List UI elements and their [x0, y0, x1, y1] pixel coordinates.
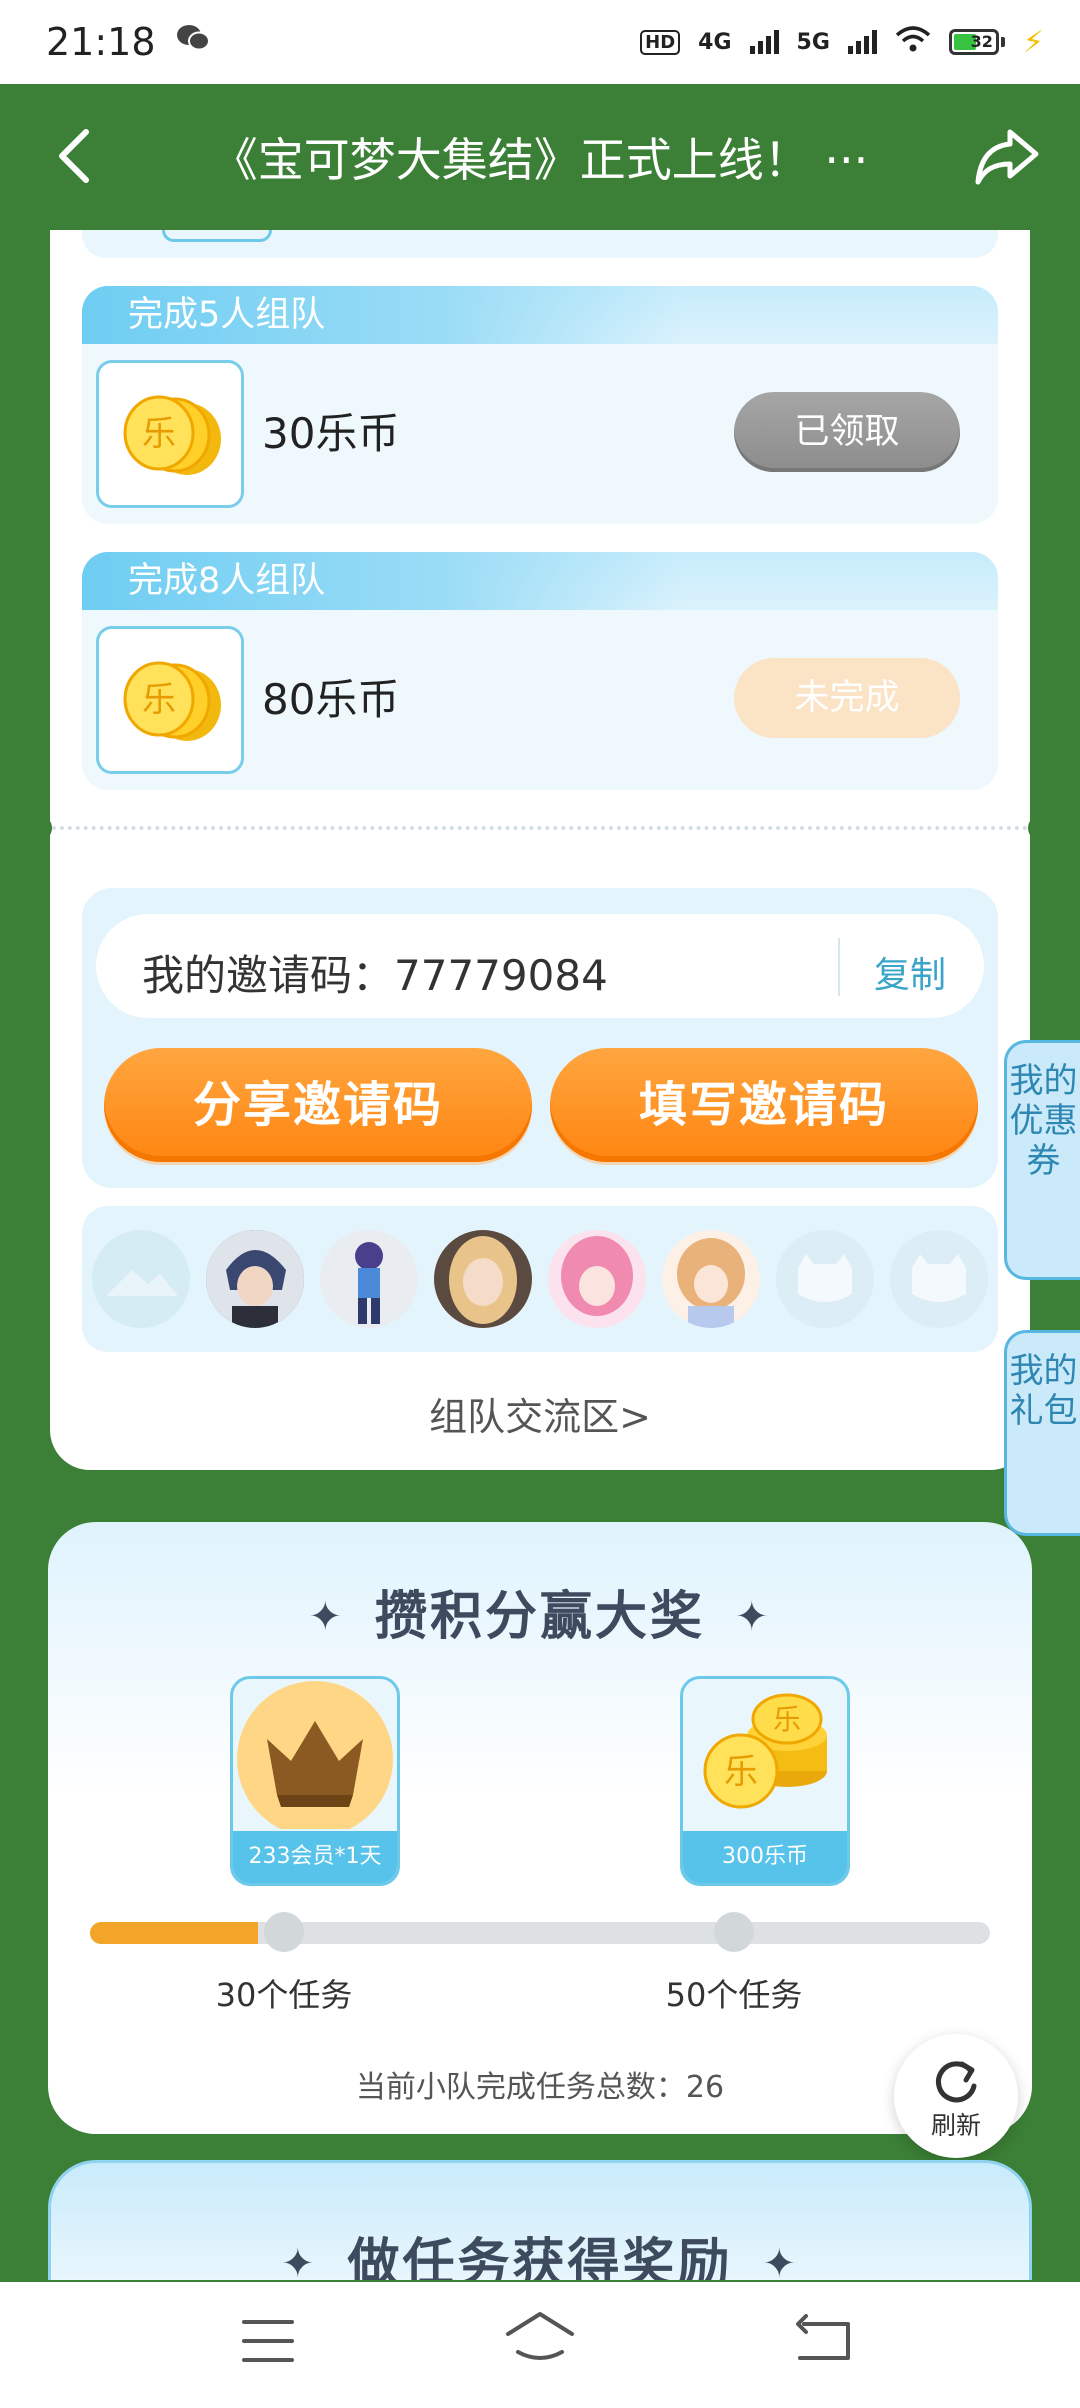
task-section-title: 做任务获得奖励 — [347, 2234, 733, 2280]
app-header: 《宝可梦大集结》正式上线！ ··· — [0, 84, 1080, 230]
sparkle-icon: ✦ — [735, 1594, 772, 1640]
incomplete-button[interactable]: 未完成 — [734, 658, 960, 738]
invite-code-bar: 我的邀请码：77779084 复制 — [96, 914, 984, 1018]
refresh-label: 刷新 — [930, 2111, 981, 2140]
milestone-node — [264, 1912, 304, 1952]
avatar[interactable] — [320, 1230, 418, 1328]
battery-level: 32 — [970, 32, 993, 51]
copy-button[interactable]: 复制 — [874, 946, 946, 998]
share-invite-code-button[interactable]: 分享邀请码 — [104, 1048, 532, 1162]
network-5g-label: 5G — [796, 29, 830, 55]
wechat-icon — [176, 23, 210, 61]
prize-vip-membership: 233会员*1天 — [230, 1676, 400, 1886]
invite-code-value: 77779084 — [394, 951, 608, 1000]
claimed-button[interactable]: 已领取 — [734, 392, 960, 472]
invite-code-label: 我的邀请码： — [142, 951, 395, 1000]
team-task-total-label: 当前小队完成任务总数： — [355, 2070, 686, 2105]
avatar-placeholder[interactable] — [92, 1230, 190, 1328]
crown-icon — [237, 1681, 393, 1837]
perforation-divider — [24, 814, 1056, 842]
svg-text:乐: 乐 — [142, 414, 176, 454]
team-reward-card: 完成5人组队 乐 30乐币 已领取 完成8人组队 乐 80乐币 未完成 我的邀请… — [24, 230, 1056, 1470]
task-reward-card: ✦ 做任务获得奖励 ✦ — [48, 2160, 1032, 2280]
system-nav-bar — [0, 2282, 1080, 2408]
invite-panel: 我的邀请码：77779084 复制 分享邀请码 填写邀请码 — [82, 888, 998, 1188]
avatar[interactable] — [548, 1230, 646, 1328]
team-chat-link[interactable]: 组队交流区> — [50, 1386, 1030, 1441]
share-icon[interactable] — [974, 122, 1040, 188]
milestone-label: 30个任务 — [215, 1976, 353, 2014]
home-icon[interactable] — [504, 2310, 576, 2366]
status-time: 21:18 — [46, 20, 156, 64]
wifi-icon — [895, 25, 931, 59]
avatar[interactable] — [434, 1230, 532, 1328]
milestone-label: 50个任务 — [665, 1976, 803, 2014]
menu-icon[interactable] — [240, 2316, 296, 2366]
back-nav-icon[interactable] — [792, 2312, 854, 2366]
tier-label: 完成8人组队 — [82, 552, 682, 610]
prize-section-title: 攒积分赢大奖 — [374, 1587, 705, 1647]
status-bar: 21:18 HD 4G 5G 32 ⚡ — [0, 0, 1080, 84]
progress-track — [90, 1922, 990, 1944]
my-coupons-tab[interactable]: 我的优惠券 — [1004, 1040, 1080, 1280]
previous-tier-stub — [82, 230, 998, 258]
sparkle-icon: ✦ — [308, 1594, 345, 1640]
refresh-icon — [936, 2061, 977, 2103]
tier-5-person: 完成5人组队 乐 30乐币 已领取 — [82, 286, 998, 524]
tier-label: 完成5人组队 — [82, 286, 682, 344]
milestone-node — [714, 1912, 754, 1952]
avatar[interactable] — [662, 1230, 760, 1328]
invite-code-text: 我的邀请码：77779084 — [142, 942, 608, 1003]
page-title: 《宝可梦大集结》正式上线！ ··· — [211, 133, 869, 187]
reward-amount: 30乐币 — [262, 409, 400, 458]
signal-icon-2 — [847, 30, 877, 54]
avatar-empty-slot[interactable] — [776, 1230, 874, 1328]
team-task-total: 当前小队完成任务总数：26 — [48, 2062, 1032, 2106]
prize-tag: 300乐币 — [683, 1831, 847, 1883]
avatar-empty-slot[interactable] — [890, 1230, 988, 1328]
task-section-heading: ✦ 做任务获得奖励 ✦ — [51, 2221, 1029, 2280]
svg-text:乐: 乐 — [724, 1752, 758, 1792]
sparkle-icon: ✦ — [762, 2241, 800, 2280]
coin-icon: 乐 — [96, 626, 244, 774]
coin-icon: 乐 — [96, 360, 244, 508]
svg-text:乐: 乐 — [773, 1703, 801, 1736]
team-avatar-list — [82, 1206, 998, 1352]
prize-section-heading: ✦ 攒积分赢大奖 ✦ — [48, 1574, 1032, 1649]
prize-coins: 乐 乐 300乐币 — [680, 1676, 850, 1886]
prize-tag: 233会员*1天 — [233, 1831, 397, 1883]
reward-amount: 80乐币 — [262, 675, 400, 724]
fill-invite-code-button[interactable]: 填写邀请码 — [550, 1048, 978, 1162]
tier-8-person: 完成8人组队 乐 80乐币 未完成 — [82, 552, 998, 790]
battery-icon: 32 — [948, 29, 1005, 55]
signal-icon — [749, 30, 779, 54]
back-icon[interactable] — [52, 126, 96, 186]
hd-icon: HD — [640, 29, 681, 55]
progress-fill — [90, 1922, 259, 1944]
avatar[interactable] — [206, 1230, 304, 1328]
team-task-total-value: 26 — [685, 2070, 725, 2105]
svg-text:乐: 乐 — [142, 680, 176, 720]
points-prize-card: ✦ 攒积分赢大奖 ✦ 233会员*1天 乐 乐 300乐币 30个任务 50个任务 … — [48, 1522, 1032, 2134]
my-gifts-tab[interactable]: 我的礼包 — [1004, 1330, 1080, 1536]
coin-stack-icon: 乐 乐 — [703, 1693, 827, 1809]
charging-icon: ⚡ — [1022, 24, 1044, 60]
sparkle-icon: ✦ — [280, 2241, 318, 2280]
refresh-button[interactable]: 刷新 — [894, 2034, 1018, 2158]
network-4g-label: 4G — [698, 29, 732, 55]
